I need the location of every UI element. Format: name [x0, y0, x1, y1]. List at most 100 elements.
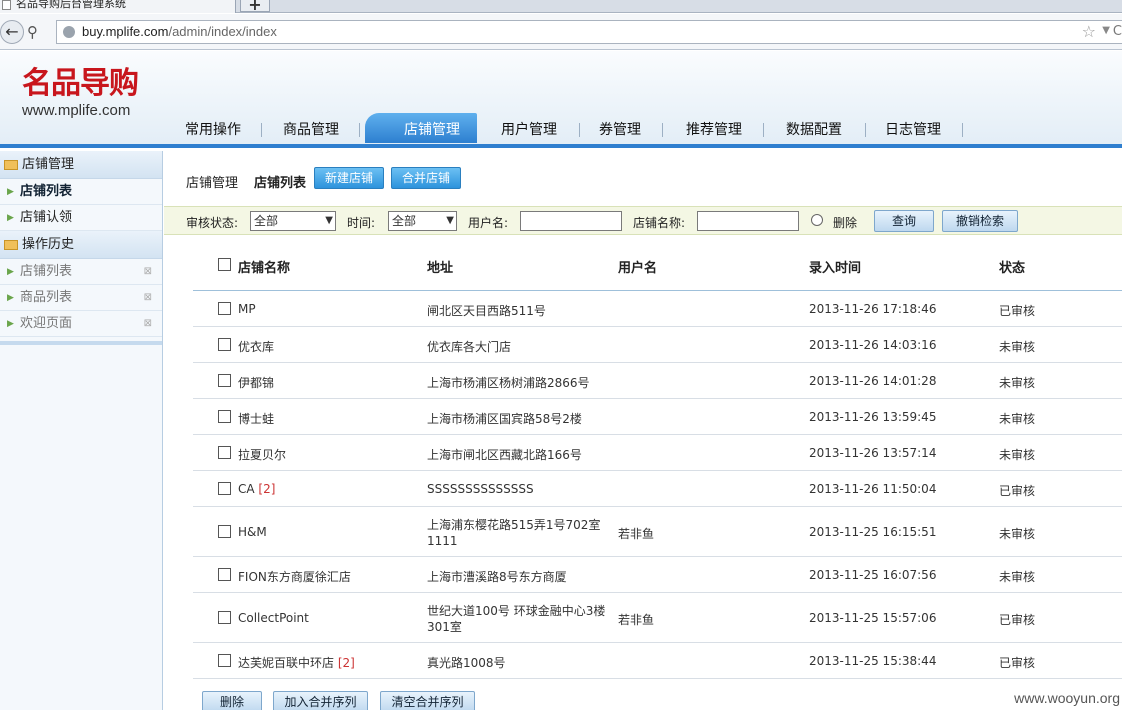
- row-checkbox[interactable]: [218, 446, 231, 459]
- sidebar-item-shop-list[interactable]: ▶ 店铺列表: [0, 179, 162, 205]
- table-row[interactable]: 拉夏贝尔 上海市闸北区西藏北路166号 2013-11-26 13:57:14 …: [193, 435, 1122, 471]
- time-value: 全部: [392, 214, 417, 228]
- sidebar-section-shops[interactable]: 店铺管理: [0, 151, 162, 179]
- col-status[interactable]: 状态: [999, 257, 1025, 276]
- delete-button[interactable]: 删除: [202, 691, 262, 710]
- search-button[interactable]: 查询: [874, 210, 934, 232]
- username-input[interactable]: [520, 211, 622, 231]
- nav-underline: [0, 144, 1122, 148]
- status: 未审核: [999, 527, 1036, 541]
- shopname-input[interactable]: [697, 211, 799, 231]
- time-select[interactable]: 全部 ▼: [388, 211, 457, 231]
- select-all-checkbox[interactable]: [218, 258, 231, 271]
- row-checkbox[interactable]: [218, 410, 231, 423]
- logo[interactable]: 名品导购 www.mplife.com: [22, 67, 162, 119]
- table-row[interactable]: MP 闸北区天目西路511号 2013-11-26 17:18:46 已审核: [193, 291, 1122, 327]
- history-item-shop-list[interactable]: ▶ 店铺列表 ⊠: [0, 259, 162, 285]
- merge-shop-button[interactable]: 合并店铺: [391, 167, 462, 189]
- shop-name[interactable]: 伊都锦: [238, 374, 274, 391]
- row-checkbox[interactable]: [218, 374, 231, 387]
- add-merge-queue-button[interactable]: 加入合并序列: [273, 691, 368, 710]
- shop-name[interactable]: CollectPoint: [238, 611, 309, 625]
- row-checkbox[interactable]: [218, 525, 231, 538]
- shop-address: 真光路1008号: [427, 656, 506, 670]
- shop-address: 上海浦东樱花路515弄1号702室 1111: [427, 518, 601, 548]
- nav-divider: [662, 123, 663, 137]
- table-row[interactable]: FION东方商厦徐汇店 上海市漕溪路8号东方商厦 2013-11-25 16:0…: [193, 557, 1122, 593]
- row-checkbox[interactable]: [218, 338, 231, 351]
- address-bar[interactable]: buy.mplife.com/admin/index/index ☆ ▼ C: [56, 20, 1122, 44]
- shop-name[interactable]: MP: [238, 302, 256, 316]
- col-entry-time[interactable]: 录入时间: [809, 257, 861, 276]
- audit-status-select[interactable]: 全部 ▼: [250, 211, 336, 231]
- sidebar-item-shop-claim[interactable]: ▶ 店铺认领: [0, 205, 162, 231]
- breadcrumb[interactable]: 店铺管理: [186, 172, 238, 191]
- entry-time: 2013-11-26 11:50:04: [809, 482, 937, 496]
- nav-common-ops[interactable]: 常用操作: [173, 113, 253, 143]
- status: 已审核: [999, 656, 1036, 670]
- col-shop-name[interactable]: 店铺名称: [238, 257, 290, 276]
- nav-recommend[interactable]: 推荐管理: [669, 113, 759, 143]
- table-row[interactable]: H&M 上海浦东樱花路515弄1号702室 1111 若非鱼 2013-11-25…: [193, 507, 1122, 557]
- audit-status-label: 审核状态:: [186, 216, 239, 230]
- dropdown-arrow-icon[interactable]: ▼: [1102, 25, 1110, 36]
- table-row[interactable]: CA [2] SSSSSSSSSSSSSS 2013-11-26 11:50:0…: [193, 471, 1122, 507]
- shop-address: 上海市闸北区西藏北路166号: [427, 448, 582, 462]
- close-icon[interactable]: ⊠: [144, 259, 152, 285]
- shop-name[interactable]: CA [2]: [238, 482, 275, 496]
- shop-name[interactable]: 达芙妮百联中环店 [2]: [238, 654, 355, 671]
- row-checkbox[interactable]: [218, 611, 231, 624]
- shop-name[interactable]: H&M: [238, 525, 267, 539]
- nav-shops[interactable]: 店铺管理: [365, 113, 477, 143]
- row-checkbox[interactable]: [218, 302, 231, 315]
- new-shop-button[interactable]: 新建店铺: [314, 167, 385, 189]
- nav-logs[interactable]: 日志管理: [871, 113, 955, 143]
- deleted-radio[interactable]: [811, 214, 823, 226]
- table-row[interactable]: 达芙妮百联中环店 [2] 真光路1008号 2013-11-25 15:38:4…: [193, 643, 1122, 679]
- shop-name[interactable]: 拉夏贝尔: [238, 446, 286, 463]
- table-row[interactable]: 博士蛙 上海市杨浦区国宾路58号2楼 2013-11-26 13:59:45 未…: [193, 399, 1122, 435]
- new-tab-button[interactable]: +: [240, 0, 270, 13]
- bookmark-star-icon[interactable]: ☆: [1082, 22, 1096, 41]
- sidebar-item-label: 店铺认领: [20, 210, 73, 225]
- nav-data-config[interactable]: 数据配置: [769, 113, 859, 143]
- filter-bar: 审核状态: 全部 ▼ 时间: 全部 ▼ 用户名: 店铺名称: 删除 查询 撤销检…: [164, 206, 1122, 235]
- row-checkbox[interactable]: [218, 482, 231, 495]
- nav-divider: [359, 123, 360, 137]
- shop-address: 优衣库各大门店: [427, 340, 512, 354]
- nav-users[interactable]: 用户管理: [489, 113, 569, 143]
- clear-merge-queue-button[interactable]: 清空合并序列: [380, 691, 475, 710]
- nav-divider: [865, 123, 866, 137]
- sidebar-item-label: 店铺列表: [20, 184, 73, 199]
- chevron-down-icon: ▼: [446, 215, 454, 226]
- reload-icon[interactable]: C: [1113, 24, 1122, 39]
- shop-name[interactable]: 优衣库: [238, 338, 274, 355]
- row-checkbox[interactable]: [218, 654, 231, 667]
- browser-tab[interactable]: 名品导购后台管理系统: [0, 0, 236, 13]
- col-address[interactable]: 地址: [427, 257, 453, 276]
- shop-address: SSSSSSSSSSSSSS: [427, 482, 534, 496]
- table-row[interactable]: 伊都锦 上海市杨浦区杨树浦路2866号 2013-11-26 14:01:28 …: [193, 363, 1122, 399]
- nav-products[interactable]: 商品管理: [271, 113, 351, 143]
- history-item-product-list[interactable]: ▶ 商品列表 ⊠: [0, 285, 162, 311]
- time-label: 时间:: [347, 216, 376, 230]
- table-row[interactable]: 优衣库 优衣库各大门店 2013-11-26 14:03:16 未审核: [193, 327, 1122, 363]
- key-icon[interactable]: ⚲: [27, 23, 38, 41]
- entry-time: 2013-11-25 16:07:56: [809, 568, 937, 582]
- close-icon[interactable]: ⊠: [144, 285, 152, 311]
- entry-time: 2013-11-26 13:57:14: [809, 446, 937, 460]
- shop-name[interactable]: 博士蛙: [238, 410, 274, 427]
- table-row[interactable]: CollectPoint 世纪大道100号 环球金融中心3楼 301室 若非鱼 2…: [193, 593, 1122, 643]
- sidebar-section-label: 店铺管理: [22, 157, 75, 172]
- back-arrow-icon[interactable]: ←: [0, 20, 24, 44]
- history-item-welcome[interactable]: ▶ 欢迎页面 ⊠: [0, 311, 162, 337]
- shop-name[interactable]: FION东方商厦徐汇店: [238, 568, 351, 585]
- close-icon[interactable]: ⊠: [144, 311, 152, 337]
- nav-coupons[interactable]: 券管理: [585, 113, 655, 143]
- entry-time: 2013-11-25 16:15:51: [809, 525, 937, 539]
- reset-search-button[interactable]: 撤销检索: [942, 210, 1018, 232]
- sidebar-section-history[interactable]: 操作历史: [0, 231, 162, 259]
- row-checkbox[interactable]: [218, 568, 231, 581]
- col-username[interactable]: 用户名: [618, 257, 657, 276]
- entry-time: 2013-11-26 14:01:28: [809, 374, 937, 388]
